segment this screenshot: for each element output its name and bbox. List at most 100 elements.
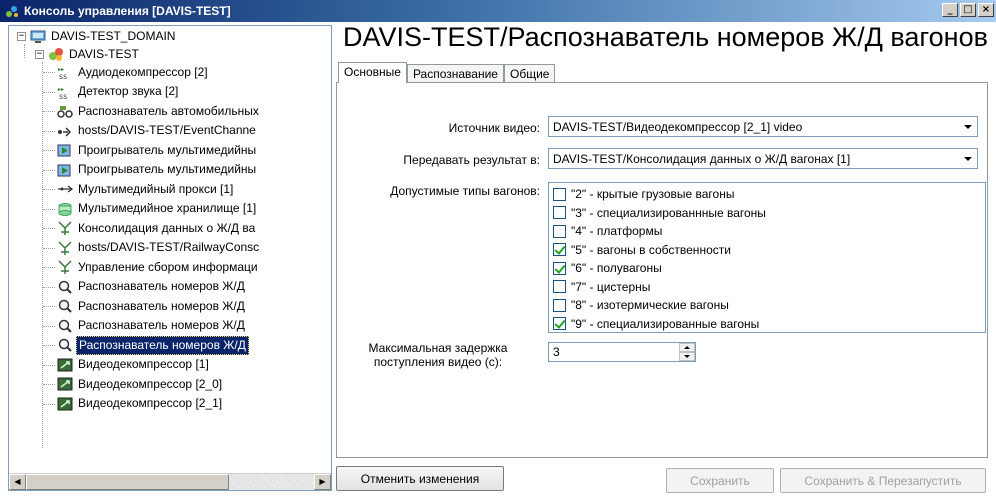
cancel-changes-button[interactable]: Отменить изменения [336,466,504,491]
wagon-type-label: "8" - изотермические вагоны [571,298,729,312]
save-restart-button[interactable]: Сохранить & Перезапустить [780,468,986,493]
tree-node-label: DAVIS-TEST_DOMAIN [51,28,176,43]
spin-down-button[interactable] [679,352,695,361]
checkbox-unchecked[interactable] [553,298,566,312]
tree-guide-line [43,247,55,249]
tab-recognition[interactable]: Распознавание [406,64,504,83]
checkbox-unchecked[interactable] [553,280,566,293]
wagon-type-item[interactable]: "9" - специализированные вагоны [553,315,759,333]
checkbox-checked[interactable] [553,261,566,275]
tree-guide-line [43,111,55,112]
checkbox-checked[interactable] [553,317,566,330]
video-source-label: Источник видео: [448,121,540,135]
wagon-types-list[interactable]: "2" - крытые грузовые вагоны "3" - специа… [548,182,986,333]
tree-node-component[interactable]: Видеодекомпрессор [1] [57,355,211,375]
tree-node-domain[interactable]: − DAVIS-TEST_DOMAIN [17,26,177,46]
tree-horizontal-scrollbar[interactable]: ◀ ▶ [9,473,331,490]
tab-general[interactable]: Основные [338,62,407,83]
tree-node-component[interactable]: Видеодекомпрессор [2_1] [57,394,224,414]
tree-node-component[interactable]: Проигрыватель мультимедийны [57,160,258,180]
tree-node-component[interactable]: Мультимедийное хранилище [1] [57,199,258,219]
media-proxy-icon [57,181,74,197]
collapse-icon[interactable]: − [17,31,26,41]
tree-node-component[interactable]: Проигрыватель мультимедийны [57,140,258,160]
wagon-type-item[interactable]: "8" - изотермические вагоны [553,296,729,314]
tree-node-label: Распознаватель автомобильных [78,103,259,118]
tree-node-label: Консолидация данных о Ж/Д ва [78,220,256,235]
close-button[interactable]: × [978,3,994,17]
tree-node-component[interactable]: Мультимедийный прокси [1] [57,179,235,199]
tree-node-component[interactable]: hosts/DAVIS-TEST/EventChanne [57,121,258,141]
wagon-type-item[interactable]: "4" - платформы [553,222,662,240]
send-result-select[interactable]: DAVIS-TEST/Консолидация данных о Ж/Д ваг… [548,148,978,169]
scroll-right-button[interactable]: ▶ [314,474,331,490]
tab-common[interactable]: Общие [503,64,556,83]
wagon-type-item[interactable]: "2" - крытые грузовые вагоны [553,185,734,203]
scroll-left-button[interactable]: ◀ [9,474,26,490]
tree-node-component[interactable]: hosts/DAVIS-TEST/RailwayConsc [57,238,261,258]
event-channel-icon [57,123,73,139]
wagon-type-item[interactable]: "3" - специализированнные вагоны [553,204,766,222]
tree-node-component[interactable]: Распознаватель автомобильных [57,101,261,121]
media-player-icon [57,162,73,178]
magnifier-icon [57,318,73,334]
checkbox-unchecked[interactable] [553,187,566,201]
send-result-label: Передавать результат в: [403,153,540,167]
send-result-value: DAVIS-TEST/Консолидация данных о Ж/Д ваг… [553,151,851,166]
max-delay-value[interactable]: 3 [549,345,679,359]
spin-up-button[interactable] [679,343,695,352]
wagon-type-label: "7" - цистерны [571,279,651,294]
tree-node-component[interactable]: Распознаватель номеров Ж/Д [57,316,247,336]
tree-node-component[interactable]: Видеодекомпрессор [2_0] [57,374,224,394]
component-tree[interactable]: − DAVIS-TEST_DOMAIN − DAVIS-TEST ▸▸ ss Ауд… [8,25,332,491]
tree-node-component[interactable]: Управление сбором информаци [57,257,260,277]
wagon-type-label: "9" - специализированные вагоны [571,316,760,331]
tree-guide-line [43,72,55,73]
wagon-type-item[interactable]: "7" - цистерны [553,278,650,296]
tree-node-server[interactable]: − DAVIS-TEST [35,44,141,64]
checkbox-unchecked[interactable] [553,206,566,219]
magnifier-icon [57,298,73,314]
tree-node-component[interactable]: ▸▸ ss Детектор звука [2] [57,82,180,102]
minimize-button[interactable]: _ [942,3,958,17]
tree-guide-line [43,189,55,190]
max-delay-label-line2: поступления видео (с): [373,355,503,369]
tree-node-label: Детектор звука [2] [78,84,179,98]
checkbox-checked[interactable] [553,243,566,256]
tree-node-component[interactable]: Распознаватель номеров Ж/Д [57,296,247,316]
max-delay-spinner[interactable]: 3 [548,342,696,362]
tree-node-label: Видеодекомпрессор [2_1] [78,396,223,410]
tree-node-component[interactable]: Распознаватель номеров Ж/Д [57,277,247,297]
wagon-type-item[interactable]: "5" - вагоны в собственности [553,241,731,259]
tree-guide-line [43,403,55,405]
tree-node-component[interactable]: Распознаватель номеров Ж/Д [57,335,249,355]
tab-strip: Основные Распознавание Общие [338,62,556,83]
magnifier-icon [57,279,73,295]
chevron-down-icon[interactable] [959,118,976,135]
tree-guide-line [43,364,55,366]
tree-guide-line [24,44,25,58]
scroll-track[interactable] [229,474,314,490]
svg-text:ss: ss [59,92,67,100]
video-source-select[interactable]: DAVIS-TEST/Видеодекомпрессор [2_1] video [548,116,978,137]
video-decompressor-icon [57,396,73,412]
tree-node-component[interactable]: ▸▸ ss Аудиодекомпрессор [2] [57,62,210,82]
checkbox-unchecked[interactable] [553,224,566,238]
car-recognizer-icon [57,103,73,119]
wagon-type-label: "6" - полувагоны [571,261,662,275]
tree-guide-line [43,228,55,229]
console-app-icon [4,3,20,19]
data-consolidation-icon [57,220,73,236]
wagon-type-item[interactable]: "6" - полувагоны [553,259,662,277]
maximize-button[interactable]: □ [960,3,976,17]
chevron-down-icon[interactable] [959,150,976,167]
tree-node-label: Проигрыватель мультимедийны [78,142,257,157]
tree-node-label: Мультимедийное хранилище [1] [78,201,257,215]
tree-node-component[interactable]: Консолидация данных о Ж/Д ва [57,218,257,238]
save-button[interactable]: Сохранить [666,468,774,493]
window-title-bar[interactable]: Консоль управления [DAVIS-TEST] _ □ × [0,0,996,22]
media-player-icon [57,142,73,158]
scroll-thumb[interactable] [26,474,229,490]
wagon-type-label: "2" - крытые грузовые вагоны [571,187,735,201]
collapse-icon[interactable]: − [35,49,44,59]
